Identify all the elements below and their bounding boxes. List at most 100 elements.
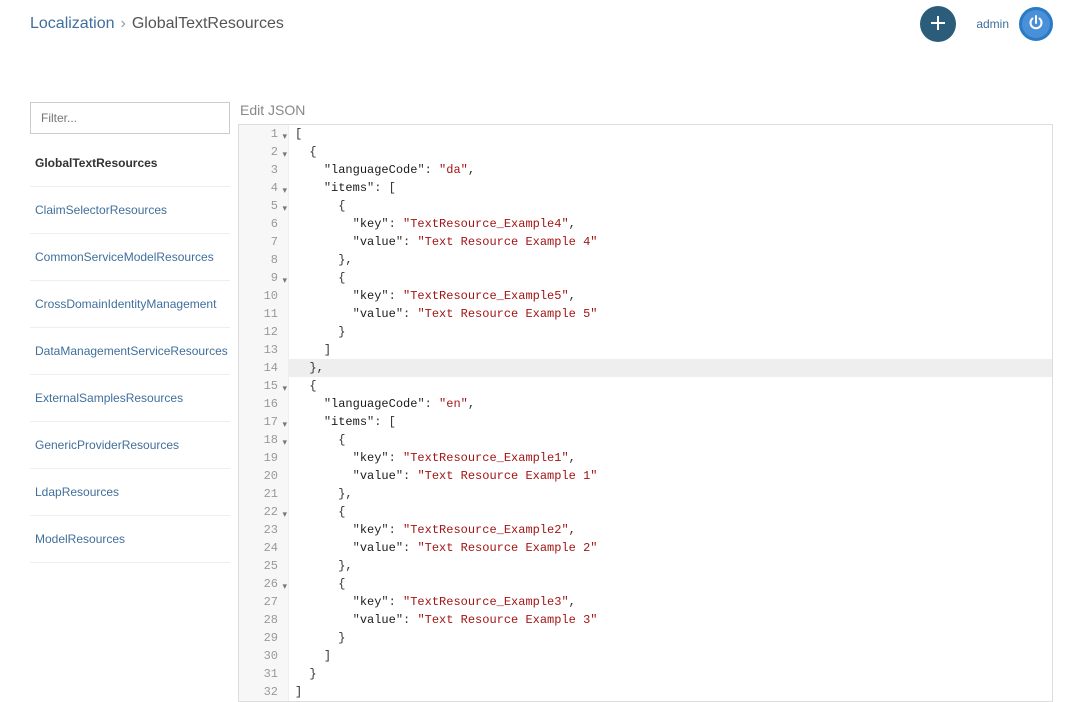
sidebar-item-globaltextresources[interactable]: GlobalTextResources [30, 140, 230, 187]
code-line[interactable]: 3 "languageCode": "da", [239, 161, 1052, 179]
code-line[interactable]: 26▾ { [239, 575, 1052, 593]
sidebar-item-genericproviderresources[interactable]: GenericProviderResources [30, 422, 230, 469]
line-content[interactable]: ] [289, 647, 1052, 665]
user-menu[interactable]: admin [976, 7, 1053, 41]
line-content[interactable]: "items": [ [289, 179, 1052, 197]
code-line[interactable]: 1▾[ [239, 125, 1052, 143]
line-content[interactable]: }, [289, 251, 1052, 269]
sidebar-item-datamanagementserviceresources[interactable]: DataManagementServiceResources [30, 328, 230, 375]
code-line[interactable]: 31 } [239, 665, 1052, 683]
code-line[interactable]: 25 }, [239, 557, 1052, 575]
code-line[interactable]: 32] [239, 683, 1052, 701]
line-content[interactable]: { [289, 197, 1052, 215]
line-content[interactable]: { [289, 377, 1052, 395]
code-line[interactable]: 14 }, [239, 359, 1052, 377]
code-line[interactable]: 4▾ "items": [ [239, 179, 1052, 197]
code-line[interactable]: 30 ] [239, 647, 1052, 665]
line-content[interactable]: "items": [ [289, 413, 1052, 431]
line-number: 3 [239, 161, 289, 179]
breadcrumb-parent-link[interactable]: Localization [30, 15, 115, 33]
line-number: 32 [239, 683, 289, 701]
line-number: 4▾ [239, 179, 289, 197]
line-content[interactable]: } [289, 323, 1052, 341]
code-line[interactable]: 19 "key": "TextResource_Example1", [239, 449, 1052, 467]
line-content[interactable]: } [289, 665, 1052, 683]
line-content[interactable]: "value": "Text Resource Example 1" [289, 467, 1052, 485]
code-line[interactable]: 10 "key": "TextResource_Example5", [239, 287, 1052, 305]
code-line[interactable]: 9▾ { [239, 269, 1052, 287]
code-line[interactable]: 22▾ { [239, 503, 1052, 521]
code-line[interactable]: 13 ] [239, 341, 1052, 359]
line-content[interactable]: { [289, 269, 1052, 287]
line-content[interactable]: "key": "TextResource_Example4", [289, 215, 1052, 233]
code-line[interactable]: 16 "languageCode": "en", [239, 395, 1052, 413]
line-number: 13 [239, 341, 289, 359]
filter-input[interactable] [30, 102, 230, 134]
line-number: 17▾ [239, 413, 289, 431]
breadcrumb: Localization › GlobalTextResources [30, 15, 284, 33]
line-content[interactable]: "value": "Text Resource Example 2" [289, 539, 1052, 557]
line-number: 24 [239, 539, 289, 557]
line-number: 25 [239, 557, 289, 575]
line-content[interactable]: "key": "TextResource_Example3", [289, 593, 1052, 611]
line-content[interactable]: { [289, 503, 1052, 521]
line-number: 2▾ [239, 143, 289, 161]
code-line[interactable]: 6 "key": "TextResource_Example4", [239, 215, 1052, 233]
code-line[interactable]: 17▾ "items": [ [239, 413, 1052, 431]
line-number: 28 [239, 611, 289, 629]
line-content[interactable]: }, [289, 557, 1052, 575]
sidebar-item-claimselectorresources[interactable]: ClaimSelectorResources [30, 187, 230, 234]
code-line[interactable]: 29 } [239, 629, 1052, 647]
add-button[interactable] [920, 6, 956, 42]
line-content[interactable]: { [289, 431, 1052, 449]
code-line[interactable]: 15▾ { [239, 377, 1052, 395]
code-line[interactable]: 5▾ { [239, 197, 1052, 215]
sidebar: GlobalTextResourcesClaimSelectorResource… [30, 102, 230, 702]
logout-button[interactable] [1019, 7, 1053, 41]
code-line[interactable]: 18▾ { [239, 431, 1052, 449]
plus-icon [930, 15, 946, 34]
line-content[interactable]: "key": "TextResource_Example5", [289, 287, 1052, 305]
line-number: 15▾ [239, 377, 289, 395]
code-line[interactable]: 2▾ { [239, 143, 1052, 161]
line-content[interactable]: } [289, 629, 1052, 647]
code-line[interactable]: 21 }, [239, 485, 1052, 503]
line-content[interactable]: "languageCode": "en", [289, 395, 1052, 413]
line-content[interactable]: "value": "Text Resource Example 4" [289, 233, 1052, 251]
sidebar-list: GlobalTextResourcesClaimSelectorResource… [30, 140, 230, 563]
line-content[interactable]: "value": "Text Resource Example 5" [289, 305, 1052, 323]
sidebar-item-ldapresources[interactable]: LdapResources [30, 469, 230, 516]
editor-panel: Edit JSON 1▾[2▾ {3 "languageCode": "da",… [238, 102, 1053, 702]
line-number: 18▾ [239, 431, 289, 449]
line-number: 21 [239, 485, 289, 503]
code-line[interactable]: 8 }, [239, 251, 1052, 269]
code-line[interactable]: 11 "value": "Text Resource Example 5" [239, 305, 1052, 323]
line-content[interactable]: [ [289, 125, 1052, 143]
code-line[interactable]: 12 } [239, 323, 1052, 341]
line-number: 30 [239, 647, 289, 665]
line-content[interactable]: { [289, 143, 1052, 161]
code-line[interactable]: 28 "value": "Text Resource Example 3" [239, 611, 1052, 629]
line-content[interactable]: }, [289, 359, 1052, 377]
code-line[interactable]: 20 "value": "Text Resource Example 1" [239, 467, 1052, 485]
code-line[interactable]: 23 "key": "TextResource_Example2", [239, 521, 1052, 539]
line-content[interactable]: "languageCode": "da", [289, 161, 1052, 179]
breadcrumb-current: GlobalTextResources [132, 15, 284, 33]
json-editor[interactable]: 1▾[2▾ {3 "languageCode": "da",4▾ "items"… [238, 124, 1053, 702]
code-line[interactable]: 7 "value": "Text Resource Example 4" [239, 233, 1052, 251]
line-content[interactable]: "key": "TextResource_Example2", [289, 521, 1052, 539]
sidebar-item-commonservicemodelresources[interactable]: CommonServiceModelResources [30, 234, 230, 281]
sidebar-item-crossdomainidentitymanagement[interactable]: CrossDomainIdentityManagement [30, 281, 230, 328]
line-content[interactable]: "value": "Text Resource Example 3" [289, 611, 1052, 629]
line-content[interactable]: ] [289, 683, 1052, 701]
sidebar-item-externalsamplesresources[interactable]: ExternalSamplesResources [30, 375, 230, 422]
code-line[interactable]: 24 "value": "Text Resource Example 2" [239, 539, 1052, 557]
line-content[interactable]: "key": "TextResource_Example1", [289, 449, 1052, 467]
main-content: GlobalTextResourcesClaimSelectorResource… [0, 102, 1083, 702]
sidebar-item-modelresources[interactable]: ModelResources [30, 516, 230, 563]
line-content[interactable]: }, [289, 485, 1052, 503]
line-content[interactable]: { [289, 575, 1052, 593]
code-line[interactable]: 27 "key": "TextResource_Example3", [239, 593, 1052, 611]
line-content[interactable]: ] [289, 341, 1052, 359]
user-label: admin [976, 17, 1009, 31]
